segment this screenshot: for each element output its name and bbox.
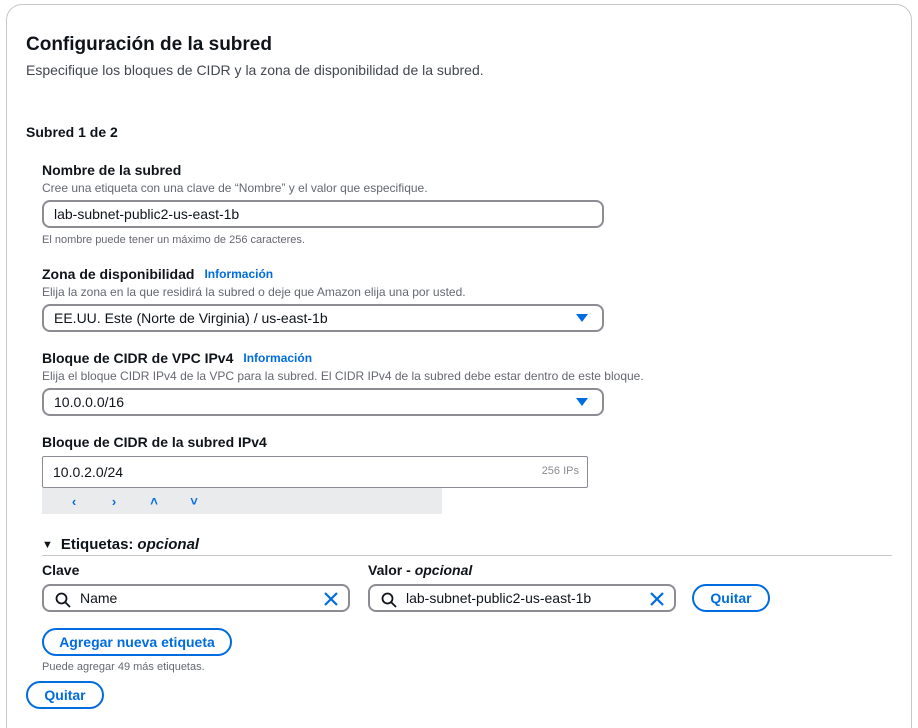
clear-icon[interactable] [648,590,666,608]
subnet-name-value: lab-subnet-public2-us-east-1b [54,206,240,222]
add-tag-button[interactable]: Agregar nueva etiqueta [42,628,232,656]
az-info-link[interactable]: Información [204,267,273,281]
subnet-cidr-value: 10.0.2.0/24 [53,464,124,480]
subnet-cidr-label: Bloque de CIDR de la subred IPv4 [42,434,267,450]
section-title: Configuración de la subred [26,34,272,55]
subnet-cidr-ip-count: 256 IPs [541,465,579,477]
caret-down-icon [576,398,588,406]
tag-key-value: Name [80,590,118,606]
az-select[interactable]: EE.UU. Este (Norte de Virginia) / us-eas… [42,304,604,332]
tag-value-label-row: Valor - opcional [368,562,472,578]
subnet-cidr-input[interactable]: 10.0.2.0/24 256 IPs [42,456,588,488]
chevron-left-icon[interactable]: ‹ [54,494,94,509]
vpc-cidr-info-link[interactable]: Información [243,351,312,365]
tag-value-label: Valor - [368,562,411,578]
tag-value-value: lab-subnet-public2-us-east-1b [406,590,592,606]
tag-value-optional: opcional [414,562,473,578]
tags-optional: opcional [137,536,200,553]
tags-section-toggle[interactable]: ▼ Etiquetas: opcional [42,536,199,553]
vpc-cidr-label: Bloque de CIDR de VPC IPv4 [42,350,234,366]
caret-down-icon [576,314,588,322]
search-icon [55,592,71,608]
clear-icon[interactable] [322,590,340,608]
vpc-cidr-select[interactable]: 10.0.0.0/16 [42,388,604,416]
tags-remaining-text: Puede agregar 49 más etiquetas. [42,661,205,673]
section-description: Especifique los bloques de CIDR y la zon… [26,62,484,78]
tag-key-input[interactable]: Name [42,584,350,612]
remove-subnet-button[interactable]: Quitar [26,681,104,709]
az-description: Elija la zona en la que residirá la subr… [42,285,466,299]
tag-value-input[interactable]: lab-subnet-public2-us-east-1b [368,584,676,612]
vpc-cidr-description: Elija el bloque CIDR IPv4 de la VPC para… [42,369,644,383]
subnet-config-panel [6,4,912,728]
subnet-name-constraint: El nombre puede tener un máximo de 256 c… [42,234,305,246]
az-select-value: EE.UU. Este (Norte de Virginia) / us-eas… [54,310,328,326]
caret-down-icon: ▼ [42,538,53,551]
chevron-up-icon[interactable]: ˄ [134,494,174,509]
subnet-name-label: Nombre de la subred [42,162,182,178]
remove-tag-button[interactable]: Quitar [692,584,770,612]
tags-divider [42,555,892,556]
vpc-cidr-label-row: Bloque de CIDR de VPC IPv4 Información [42,350,312,366]
vpc-cidr-select-value: 10.0.0.0/16 [54,394,125,410]
chevron-down-icon[interactable]: ˅ [174,494,214,509]
search-icon [381,592,397,608]
az-label: Zona de disponibilidad [42,266,195,282]
chevron-right-icon[interactable]: › [94,494,134,509]
tags-title: Etiquetas: [60,536,134,553]
tag-key-label: Clave [42,562,80,578]
subnet-name-input[interactable]: lab-subnet-public2-us-east-1b [42,200,604,228]
subnet-cidr-stepper: ‹ › ˄ ˅ [42,488,442,514]
subnet-name-description: Cree una etiqueta con una clave de “Nomb… [42,181,428,195]
az-label-row: Zona de disponibilidad Información [42,266,273,282]
subnet-counter-heading: Subred 1 de 2 [26,124,118,140]
